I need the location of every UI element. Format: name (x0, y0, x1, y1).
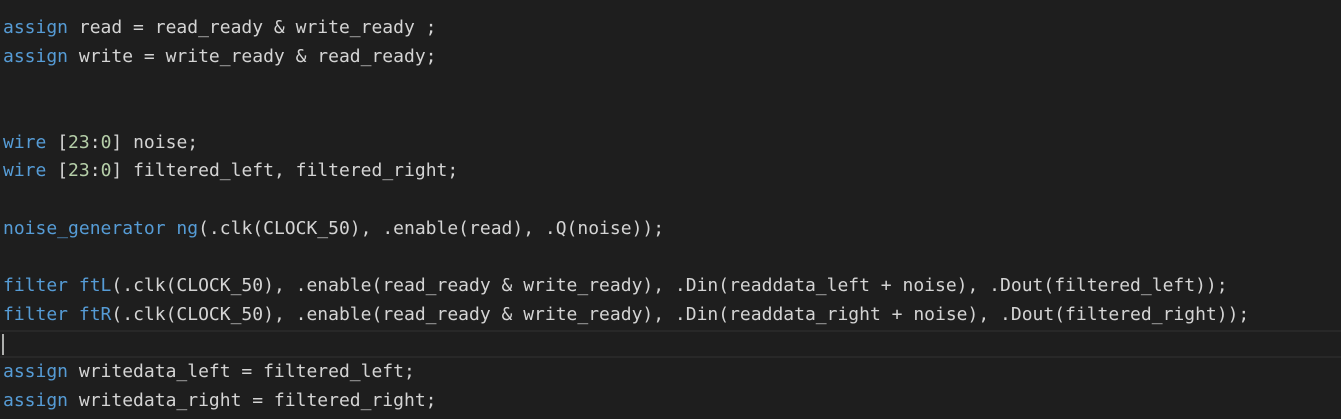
code-token: : (89, 160, 101, 182)
text-cursor (2, 333, 4, 355)
code-token: ] filtered_left, filtered_right; (111, 160, 459, 182)
code-token: (.clk(CLOCK_50), .enable(read), .Q(noise… (198, 217, 665, 239)
code-line[interactable]: noise_generator ng(.clk(CLOCK_50), .enab… (0, 215, 1341, 244)
code-token: ng (176, 217, 199, 239)
code-token: assign (3, 389, 69, 411)
code-token: 23 (68, 160, 90, 182)
code-line[interactable] (0, 329, 1341, 359)
code-token: wire (3, 160, 47, 182)
code-token: write = write_ready & read_ready; (68, 45, 437, 67)
code-token: filter (3, 303, 69, 325)
code-editor[interactable]: assign read = read_ready & write_ready ;… (0, 14, 1341, 416)
code-line[interactable]: wire [23:0] filtered_left, filtered_righ… (0, 157, 1341, 186)
code-token: read = read_ready & write_ready ; (68, 17, 437, 38)
code-line[interactable]: filter ftR(.clk(CLOCK_50), .enable(read_… (0, 301, 1341, 330)
code-line[interactable]: assign writedata_right = filtered_right; (0, 387, 1341, 416)
code-token: assign (3, 45, 69, 67)
code-token: writedata_left = filtered_left; (68, 361, 415, 383)
code-token: [ (46, 131, 69, 153)
code-line[interactable] (0, 244, 1341, 273)
code-line[interactable] (0, 71, 1341, 100)
code-token: ftL (78, 275, 112, 297)
code-line[interactable]: filter ftL(.clk(CLOCK_50), .enable(read_… (0, 272, 1341, 301)
code-line[interactable]: assign writedata_left = filtered_left; (0, 358, 1341, 387)
code-token: filter (3, 275, 69, 297)
code-line[interactable]: wire [23:0] noise; (0, 129, 1341, 158)
code-token: (.clk(CLOCK_50), .enable(read_ready & wr… (111, 275, 1228, 297)
code-token: 23 (68, 131, 90, 153)
code-token: : (89, 131, 101, 153)
code-line[interactable] (0, 186, 1341, 215)
code-token: [ (46, 160, 69, 182)
code-line[interactable]: assign read = read_ready & write_ready ; (0, 14, 1341, 43)
code-token: ftR (78, 303, 112, 325)
code-token: ] noise; (111, 131, 199, 153)
code-token: writedata_right = filtered_right; (68, 389, 437, 411)
code-token: 0 (100, 131, 112, 153)
code-line[interactable]: assign write = write_ready & read_ready; (0, 43, 1341, 72)
code-token: assign (3, 361, 69, 383)
code-token: noise_generator (3, 217, 166, 239)
code-token: (.clk(CLOCK_50), .enable(read_ready & wr… (111, 303, 1250, 325)
code-token: 0 (100, 160, 112, 182)
code-token: wire (3, 131, 47, 153)
code-token: assign (3, 17, 69, 38)
code-line[interactable] (0, 100, 1341, 129)
